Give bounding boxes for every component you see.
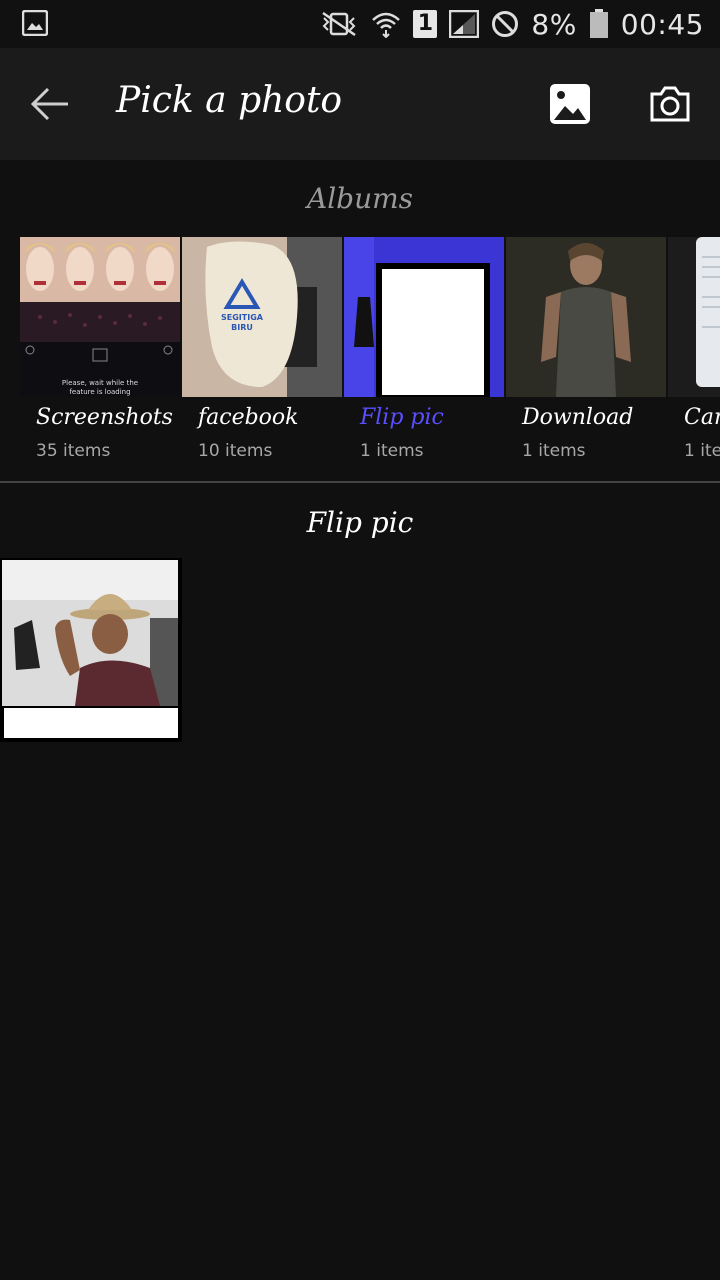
sim-slot-label: 1 (417, 11, 434, 36)
page-title: Pick a photo (116, 80, 343, 121)
current-album-heading: Flip pic (306, 506, 414, 539)
battery-icon (589, 9, 608, 38)
app-bar: Pick a photo (0, 48, 720, 160)
album-thumbnail: SEGITIGA BIRU (182, 237, 342, 397)
screenshot-thumbnail-image (20, 237, 180, 362)
album-name: facebook (198, 405, 299, 430)
album-count: 10 items (198, 441, 273, 461)
album-count: 1 ite (684, 441, 720, 461)
albums-carousel[interactable]: Please, wait while the feature is loadin… (0, 237, 720, 472)
vibrate-icon (322, 11, 357, 37)
album-screenshots[interactable]: Please, wait while the feature is loadin… (20, 237, 180, 472)
album-facebook[interactable]: SEGITIGA BIRU facebook 10 items (182, 237, 342, 472)
album-thumbnail: Please, wait while the feature is loadin… (20, 237, 180, 397)
albums-heading: Albums (306, 182, 414, 215)
sim-icon: 1 (413, 10, 438, 38)
clock: 00:45 (620, 7, 704, 41)
album-count: 1 items (360, 441, 424, 461)
album-thumbnail-caption: SEGITIGA BIRU (221, 313, 263, 332)
status-bar: 1 8% 00:45 (0, 0, 720, 48)
gallery-icon[interactable] (548, 82, 592, 126)
flip-pic-thumbnail-image (344, 237, 504, 397)
battery-percent: 8% (531, 7, 577, 41)
album-flip-pic[interactable]: Flip pic 1 items (344, 237, 504, 472)
album-download[interactable]: Download 1 items (506, 237, 666, 472)
album-count: 35 items (36, 441, 111, 461)
album-name: Flip pic (360, 405, 444, 430)
album-name: Download (522, 405, 634, 430)
album-thumbnail-caption: Please, wait while the feature is loadin… (61, 379, 139, 396)
camera-album-thumbnail-image (668, 237, 720, 397)
album-count: 1 items (522, 441, 586, 461)
do-not-disturb-icon (492, 11, 519, 37)
signal-icon (449, 10, 480, 38)
album-name: Screenshots (36, 405, 173, 430)
gallery-notification-icon (22, 10, 48, 36)
back-arrow-icon[interactable] (28, 84, 72, 124)
download-thumbnail-image (506, 237, 666, 397)
album-thumbnail (506, 237, 666, 397)
camera-icon[interactable] (648, 84, 692, 124)
album-camera[interactable]: Can 1 ite (668, 237, 720, 472)
album-thumbnail (344, 237, 504, 397)
album-thumbnail (668, 237, 720, 397)
section-divider (0, 481, 720, 483)
album-name: Can (684, 405, 720, 430)
photo-image (0, 558, 182, 742)
photo-thumbnail[interactable] (0, 558, 182, 742)
wifi-icon (372, 12, 401, 38)
